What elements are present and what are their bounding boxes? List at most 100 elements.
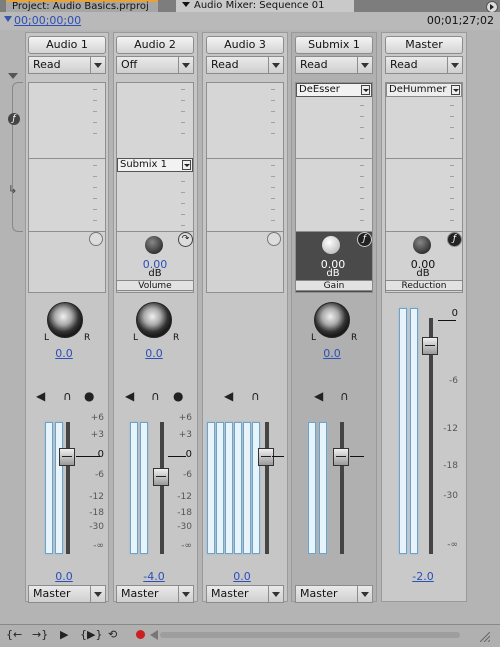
microphone-icon[interactable]: ● — [84, 389, 94, 403]
send-dropdown-audio-2[interactable]: Submix 1 — [117, 158, 193, 172]
volume-value-audio-1[interactable]: 0.0 — [46, 570, 82, 583]
pan-value-submix-1[interactable]: 0.0 — [314, 347, 350, 360]
db-scale-label: -12 — [177, 492, 192, 502]
effect-param-dropdown[interactable]: Reduction — [385, 280, 463, 291]
automation-dropdown-audio-3[interactable]: Read — [206, 56, 284, 74]
db-scale-label: -12 — [443, 424, 458, 434]
headphone-icon[interactable]: ∩ — [251, 389, 260, 403]
volume-value-audio-2[interactable]: -4.0 — [136, 570, 172, 583]
pan-knob-audio-2[interactable] — [136, 302, 172, 338]
send-param: Volume — [138, 281, 172, 291]
volume-fader-audio-3[interactable] — [258, 448, 274, 466]
db-scale-label: -∞ — [181, 541, 192, 551]
db-scale-master: 0 -6 -12 -18 -30 -∞ — [428, 308, 458, 554]
effect-dropdown-submix-1[interactable]: DeEsser — [296, 83, 372, 97]
loop-icon[interactable]: ⟲ — [108, 628, 117, 641]
send-slots — [450, 165, 456, 231]
channel-name-audio-1[interactable]: Audio 1 — [28, 36, 106, 54]
horizontal-scrollbar[interactable] — [160, 632, 460, 638]
empty-circle-icon — [267, 232, 281, 246]
effects-area-audio-1[interactable] — [28, 82, 106, 160]
volume-fader-audio-1[interactable] — [59, 448, 75, 466]
output-dropdown-audio-1[interactable]: Master — [28, 585, 106, 603]
effect-unit: dB — [326, 268, 340, 279]
pan-knob-audio-1[interactable] — [47, 302, 83, 338]
fx-bypass-icon[interactable]: ƒ — [447, 232, 462, 247]
send-slots — [181, 181, 187, 236]
play-icon[interactable]: ▶ — [60, 628, 68, 641]
tab-project[interactable]: Project: Audio Basics.prproj — [6, 0, 158, 12]
show-hide-effects-triangle-icon[interactable] — [8, 73, 18, 79]
sends-area-submix-1[interactable] — [295, 158, 373, 232]
effects-area-audio-3[interactable] — [206, 82, 284, 160]
send-param-dropdown[interactable]: Volume — [116, 280, 194, 291]
speaker-icon[interactable]: ◀ — [314, 389, 323, 403]
sends-area-audio-3[interactable] — [206, 158, 284, 232]
current-timecode[interactable]: 00;00;00;00 — [14, 14, 81, 27]
channel-name-master[interactable]: Master — [385, 36, 463, 54]
volume-value-audio-3[interactable]: 0.0 — [224, 570, 260, 583]
scroll-left-icon[interactable] — [150, 630, 158, 640]
volume-fader-track-audio-1 — [66, 422, 70, 554]
channel-name-audio-3[interactable]: Audio 3 — [206, 36, 284, 54]
send-slots — [93, 165, 99, 231]
db-scale-label: -6 — [95, 470, 104, 480]
vu-meter-left — [308, 422, 316, 554]
pan-value-audio-2[interactable]: 0.0 — [136, 347, 172, 360]
resize-grip-icon[interactable] — [480, 632, 490, 642]
sends-area-master[interactable] — [385, 158, 463, 232]
microphone-icon[interactable]: ● — [173, 389, 183, 403]
output-value: Master — [33, 587, 71, 600]
speaker-icon[interactable]: ◀ — [125, 389, 134, 403]
volume-fader-submix-1[interactable] — [333, 448, 349, 466]
tab-menu-triangle-icon[interactable] — [182, 2, 190, 7]
headphone-icon[interactable]: ∩ — [340, 389, 349, 403]
automation-dropdown-audio-1[interactable]: Read — [28, 56, 106, 74]
go-to-out-icon[interactable]: →} — [32, 628, 48, 641]
output-dropdown-submix-1[interactable]: Master — [295, 585, 373, 603]
tab-audio-mixer[interactable]: Audio Mixer: Sequence 01 — [176, 0, 354, 12]
vu-meter-2 — [216, 422, 224, 554]
pan-knob-submix-1[interactable] — [314, 302, 350, 338]
vu-meter-left — [130, 422, 138, 554]
volume-value-master[interactable]: -2.0 — [405, 570, 441, 583]
chevron-down-icon — [90, 57, 105, 73]
effects-area-audio-2[interactable] — [116, 82, 194, 160]
automation-dropdown-master[interactable]: Read — [385, 56, 463, 74]
channel-name-audio-2[interactable]: Audio 2 — [116, 36, 194, 54]
go-to-in-icon[interactable]: {← — [6, 628, 22, 641]
send-slots — [360, 165, 366, 231]
effect-param-dropdown[interactable]: Gain — [295, 280, 373, 291]
speaker-icon[interactable]: ◀ — [36, 389, 45, 403]
record-icon[interactable] — [136, 630, 145, 639]
empty-circle-icon — [89, 232, 103, 246]
output-dropdown-audio-3[interactable]: Master — [206, 585, 284, 603]
effect-slots — [181, 89, 187, 144]
output-dropdown-audio-2[interactable]: Master — [116, 585, 194, 603]
send-volume-knob[interactable] — [145, 236, 163, 254]
channel-name-submix-1[interactable]: Submix 1 — [295, 36, 373, 54]
effect-param-knob[interactable] — [413, 236, 431, 254]
speaker-icon[interactable]: ◀ — [224, 389, 233, 403]
db-scale-label: 0 — [451, 308, 458, 319]
pan-value-audio-1[interactable]: 0.0 — [46, 347, 82, 360]
effect-param: Reduction — [401, 281, 447, 291]
automation-dropdown-audio-2[interactable]: Off — [116, 56, 194, 74]
pan-right-label: R — [173, 333, 180, 343]
effect-param-knob[interactable] — [322, 236, 340, 254]
send-mute-icon[interactable]: ↷ — [178, 232, 193, 247]
play-in-to-out-icon[interactable]: {▶} — [80, 628, 102, 641]
sends-area-audio-1[interactable] — [28, 158, 106, 232]
pan-right-label: R — [351, 333, 358, 343]
vu-meter-6 — [252, 422, 260, 554]
fx-icon: ƒ — [8, 113, 20, 125]
volume-fader-track-audio-3 — [265, 422, 269, 554]
headphone-icon[interactable]: ∩ — [63, 389, 72, 403]
db-scale-label: -18 — [177, 508, 192, 518]
headphone-icon[interactable]: ∩ — [151, 389, 160, 403]
effect-dropdown-master[interactable]: DeHummer — [386, 83, 462, 97]
fx-bypass-icon[interactable]: ƒ — [357, 232, 372, 247]
automation-value: Read — [390, 58, 418, 71]
vu-meter-right — [55, 422, 63, 554]
automation-dropdown-submix-1[interactable]: Read — [295, 56, 373, 74]
